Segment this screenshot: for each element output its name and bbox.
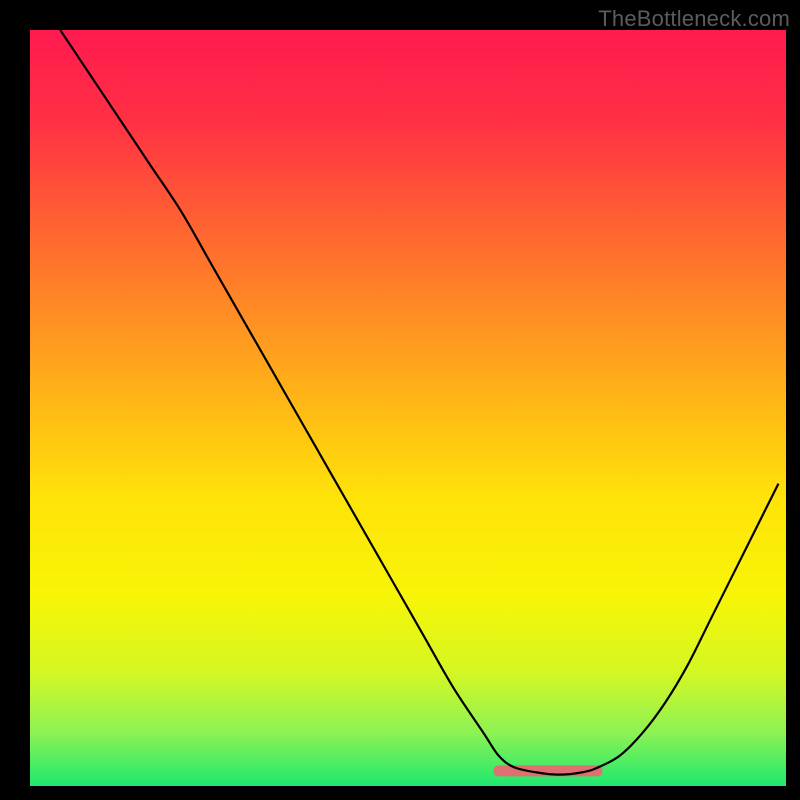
watermark: TheBottleneck.com (598, 6, 790, 32)
plot-background (30, 30, 786, 786)
bottleneck-chart (0, 0, 800, 800)
chart-container: TheBottleneck.com (0, 0, 800, 800)
